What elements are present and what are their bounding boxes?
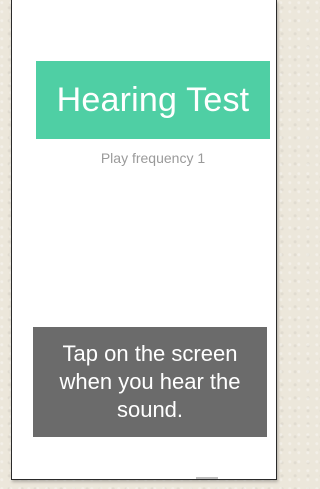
title-banner: Hearing Test: [36, 61, 270, 139]
instruction-panel[interactable]: Tap on the screen when you hear the soun…: [33, 327, 267, 437]
page-title: Hearing Test: [56, 80, 250, 119]
frequency-status-label: Play frequency 1: [100, 150, 206, 166]
instruction-text: Tap on the screen when you hear the soun…: [59, 341, 241, 422]
app-screen[interactable]: Hearing Test Play frequency 1 Tap on the…: [11, 0, 277, 480]
home-indicator: [196, 477, 218, 479]
